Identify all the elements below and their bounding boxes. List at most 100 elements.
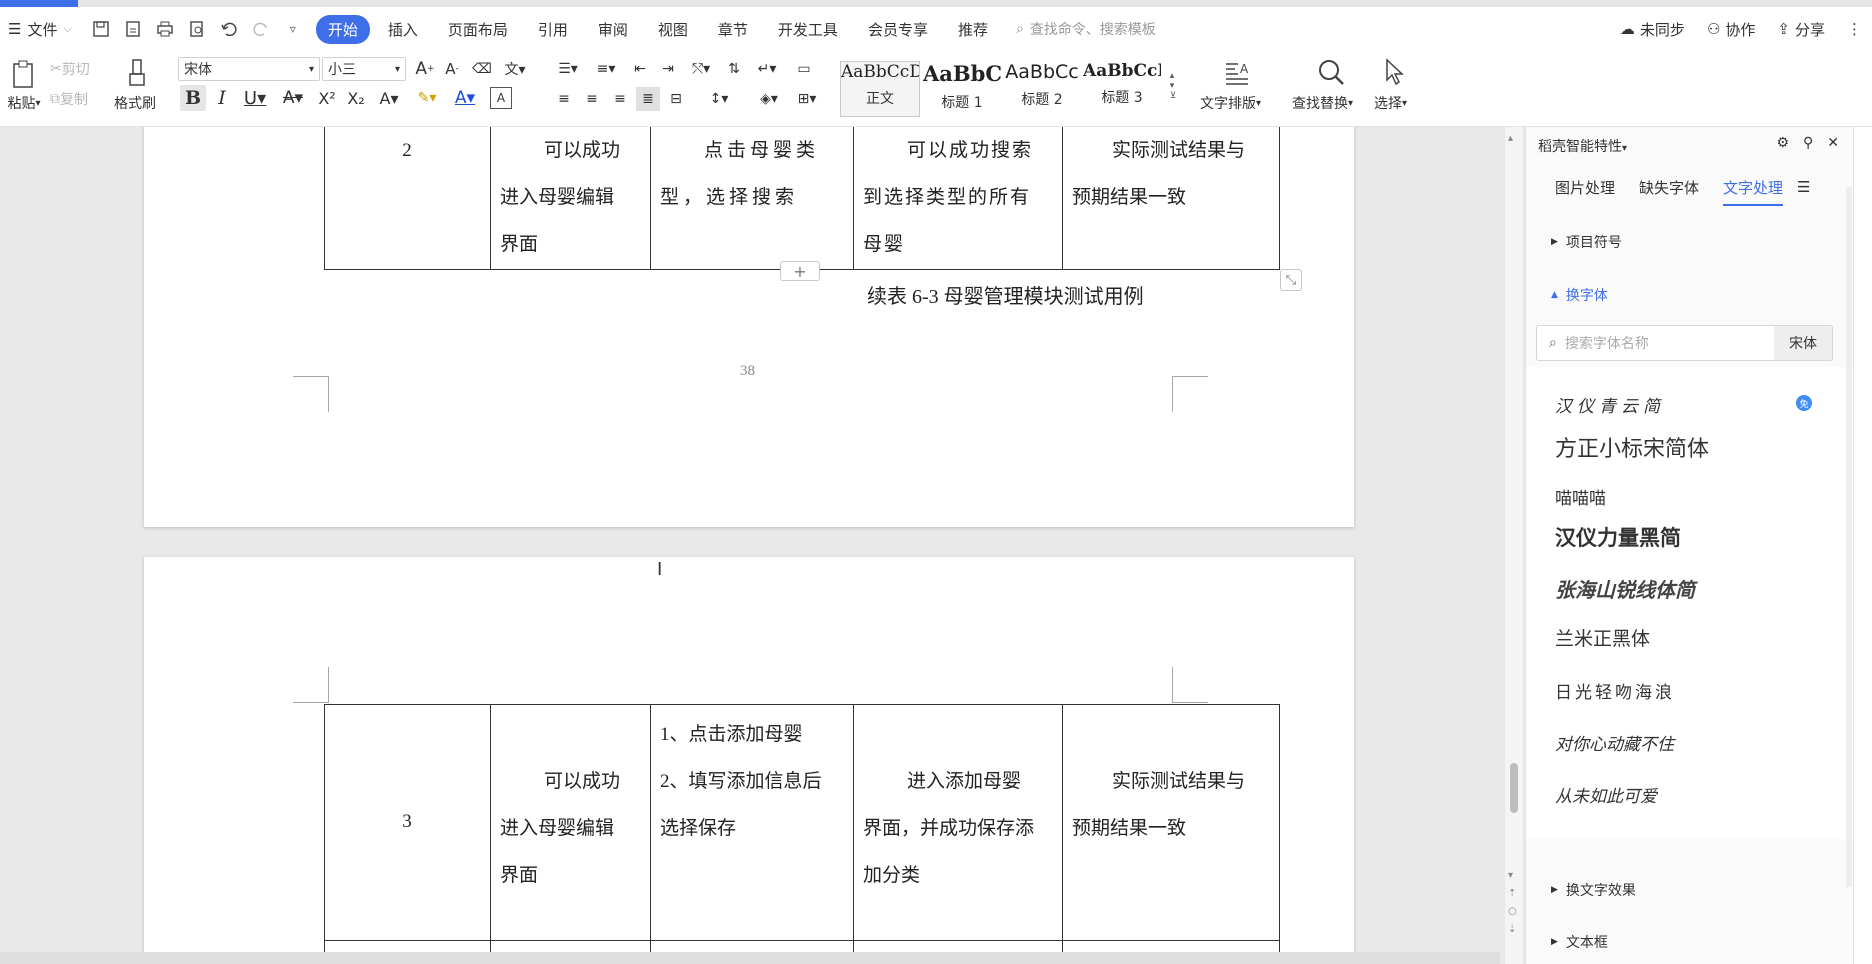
print-preview-icon[interactable]: [186, 18, 208, 40]
font-item[interactable]: 兰米正黑体: [1555, 624, 1650, 651]
subscript-button[interactable]: X₂: [343, 85, 369, 111]
font-item[interactable]: 对你心动藏不住: [1555, 730, 1674, 755]
tab-review[interactable]: 审阅: [586, 15, 640, 44]
table-cell[interactable]: 可以成功 进入母婴编辑 界面: [500, 127, 646, 268]
tab-page-layout[interactable]: 页面布局: [436, 15, 520, 44]
font-color-button[interactable]: A▾: [448, 85, 482, 111]
strikethrough-button[interactable]: A▾: [276, 85, 310, 111]
font-name-select[interactable]: 宋体 ▾: [178, 57, 320, 81]
close-icon[interactable]: ✕: [1827, 135, 1839, 151]
tab-view[interactable]: 视图: [646, 15, 700, 44]
align-left-icon[interactable]: ≡: [552, 87, 576, 111]
chinese-layout-icon[interactable]: ⤲▾: [684, 57, 718, 81]
tab-references[interactable]: 引用: [526, 15, 580, 44]
section-text-box[interactable]: ▶ 文本框: [1551, 932, 1608, 952]
align-right-icon[interactable]: ≡: [608, 87, 632, 111]
pin-icon[interactable]: ⚲: [1803, 135, 1813, 151]
tab-image-processing[interactable]: 图片处理: [1555, 177, 1615, 198]
table-cell[interactable]: 实际测试结果与 预期结果一致: [1072, 758, 1272, 852]
export-pdf-icon[interactable]: [122, 18, 144, 40]
table-cell[interactable]: 实际测试结果与 预期结果一致: [1072, 127, 1272, 221]
panel-scrollbar[interactable]: [1846, 187, 1852, 887]
gear-icon[interactable]: ⚙: [1776, 135, 1789, 151]
table-cell[interactable]: 可以成功 进入母婴编辑 界面: [500, 758, 646, 899]
justify-icon[interactable]: ≣: [636, 87, 660, 111]
style-heading-1[interactable]: AaBbC 标题 1: [922, 61, 1002, 117]
highlight-button[interactable]: ✎▾: [410, 85, 444, 111]
ruler-icon[interactable]: ▭: [790, 57, 818, 81]
superscript-button[interactable]: X²: [314, 85, 340, 111]
section-change-font[interactable]: ▲ 换字体: [1551, 285, 1608, 305]
table-cell[interactable]: 进入添加母婴 界面，并成功保存添 加分类: [863, 758, 1059, 899]
char-border-button[interactable]: A: [490, 87, 512, 109]
bold-button[interactable]: B: [180, 85, 206, 111]
styles-scroll-icon[interactable]: ▴ ▾ ⊻: [1166, 59, 1180, 113]
table-resize-icon[interactable]: ⤡: [1280, 269, 1302, 291]
paste-button[interactable]: 粘贴 ▾: [0, 93, 48, 113]
document-page-39[interactable]: I 3 可以成功 进入母婴编辑 界面 1、点击添加母婴 2、填写添加信息后 选择…: [144, 557, 1354, 964]
font-item[interactable]: 喵喵喵: [1555, 484, 1606, 509]
font-item[interactable]: 从未如此可爱: [1555, 782, 1657, 807]
style-heading-3[interactable]: AaBbCcI 标题 3: [1082, 61, 1162, 117]
tab-chapter[interactable]: 章节: [706, 15, 760, 44]
align-center-icon[interactable]: ≡: [580, 87, 604, 111]
tab-member[interactable]: 会员专享: [856, 15, 940, 44]
distribute-icon[interactable]: ⊟: [664, 87, 688, 111]
panel-title[interactable]: 稻壳智能特性▾: [1538, 136, 1627, 156]
document-page-38[interactable]: 2 可以成功 进入母婴编辑 界面 点击母婴类 型，选择搜索 可以成功搜索 到选择…: [144, 127, 1354, 527]
current-font-label[interactable]: 宋体: [1774, 326, 1832, 360]
text-effect-button[interactable]: A▾: [373, 85, 405, 111]
font-item[interactable]: 张海山锐线体简: [1555, 574, 1695, 603]
pinyin-guide-icon[interactable]: 文▾: [498, 57, 532, 81]
tab-recommend[interactable]: 推荐: [946, 15, 1000, 44]
increase-font-icon[interactable]: A +: [413, 57, 437, 81]
text-layout-button[interactable]: 文字排版 ▾: [1200, 93, 1261, 113]
increase-indent-icon[interactable]: ⇥: [656, 57, 680, 81]
save-icon[interactable]: [90, 18, 112, 40]
redo-icon[interactable]: [250, 18, 272, 40]
select-button[interactable]: 选择 ▾: [1374, 93, 1407, 113]
scrollbar-thumb[interactable]: [1510, 763, 1518, 813]
table-cell[interactable]: 点击母婴类 型，选择搜索: [660, 127, 848, 221]
table-cell[interactable]: 1、点击添加母婴 2、填写添加信息后 选择保存: [660, 711, 850, 852]
borders-icon[interactable]: ⊞▾: [790, 87, 824, 111]
show-marks-icon[interactable]: ↵▾: [750, 57, 784, 81]
italic-button[interactable]: I: [210, 85, 234, 111]
clear-format-icon[interactable]: ⌫: [470, 57, 494, 81]
scroll-up-icon[interactable]: ▴: [1508, 133, 1513, 144]
tab-insert[interactable]: 插入: [376, 15, 430, 44]
table-cell[interactable]: 2: [324, 127, 490, 174]
print-icon[interactable]: [154, 18, 176, 40]
undo-icon[interactable]: [218, 18, 240, 40]
customize-toolbar-icon[interactable]: ▿: [282, 18, 304, 40]
tab-home[interactable]: 开始: [315, 14, 370, 44]
table-cell[interactable]: 可以成功搜索 到选择类型的所有 母婴: [863, 127, 1059, 268]
section-bullets[interactable]: ▶ 项目符号: [1551, 232, 1622, 252]
line-spacing-icon[interactable]: ↕▾: [702, 87, 736, 111]
document-canvas[interactable]: 2 可以成功 进入母婴编辑 界面 点击母婴类 型，选择搜索 可以成功搜索 到选择…: [0, 127, 1500, 964]
tab-developer[interactable]: 开发工具: [766, 15, 850, 44]
font-item[interactable]: 方正小标宋简体: [1555, 431, 1709, 463]
clipboard-icon[interactable]: [4, 57, 44, 93]
decrease-font-icon[interactable]: A-: [440, 57, 464, 81]
section-text-effect[interactable]: ▶ 换文字效果: [1551, 880, 1636, 900]
tab-missing-fonts[interactable]: 缺失字体: [1639, 177, 1699, 198]
copy-button[interactable]: ⧉ 复制: [50, 89, 88, 109]
underline-button[interactable]: U▾: [238, 85, 272, 111]
page-nav-icons[interactable]: ▾ ⇡ ○ ⇣: [1508, 867, 1517, 939]
find-replace-button[interactable]: 查找替换 ▾: [1292, 93, 1353, 113]
cut-button[interactable]: ✂ 剪切: [50, 59, 90, 79]
font-search-input[interactable]: ⌕ 搜索字体名称 宋体: [1536, 325, 1833, 361]
sort-icon[interactable]: ⇅: [722, 57, 746, 81]
bullet-list-icon[interactable]: ☰▾: [552, 57, 584, 81]
style-heading-2[interactable]: AaBbCc 标题 2: [1002, 61, 1082, 117]
format-painter-button[interactable]: 格式刷: [114, 93, 156, 113]
collab-button[interactable]: ⚇ 协作: [1707, 19, 1755, 40]
menu-icon[interactable]: ☰: [1797, 178, 1810, 196]
table-cell[interactable]: 3: [324, 798, 490, 845]
sync-button[interactable]: ☁ 未同步: [1620, 19, 1685, 40]
command-search[interactable]: ⌕ 查找命令、搜索模板: [1016, 19, 1156, 39]
add-row-button[interactable]: +: [780, 261, 820, 281]
more-options-icon[interactable]: ⋮: [1847, 20, 1862, 38]
document-scrollbar[interactable]: ▴ ▾ ⇡ ○ ⇣: [1505, 127, 1523, 964]
